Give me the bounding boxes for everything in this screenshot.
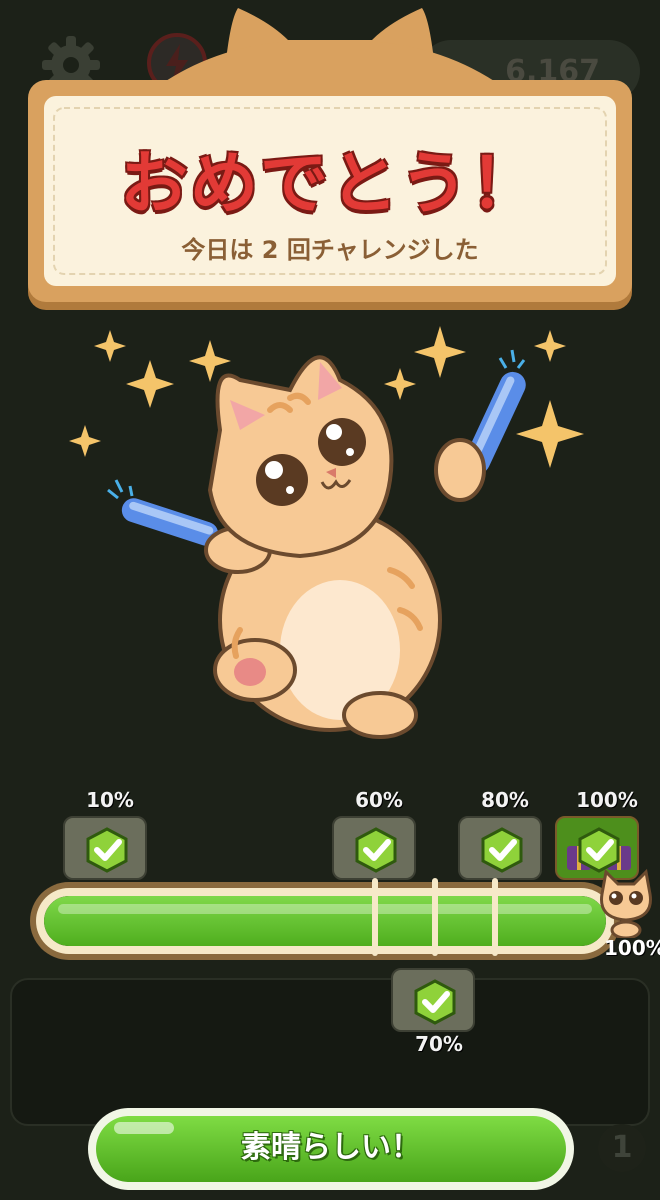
congrats-title: おめでとう！ bbox=[119, 145, 540, 224]
milestone-label-100: 100% bbox=[576, 788, 638, 812]
great-button[interactable]: 素晴らしい！ bbox=[96, 1116, 566, 1182]
milestone-reward-80[interactable] bbox=[458, 816, 542, 880]
milestone-label-60: 60% bbox=[355, 788, 403, 812]
progress-bar bbox=[44, 896, 606, 946]
milestone-label-80: 80% bbox=[481, 788, 529, 812]
milestone-reward-70[interactable] bbox=[391, 968, 475, 1032]
checkmark-icon bbox=[481, 827, 523, 873]
checkmark-icon bbox=[414, 979, 456, 1025]
checkmark-icon bbox=[86, 827, 128, 873]
checkmark-icon bbox=[578, 827, 620, 873]
progress-tick-80 bbox=[492, 878, 498, 956]
notification-badge[interactable]: 1 bbox=[598, 1124, 646, 1172]
cat-avatar-icon bbox=[600, 868, 652, 938]
milestone-reward-60[interactable] bbox=[332, 816, 416, 880]
progress-tick-60 bbox=[372, 878, 378, 956]
milestone-label-70: 70% bbox=[415, 1032, 463, 1056]
progress-bar-fill bbox=[44, 896, 606, 946]
checkmark-icon bbox=[355, 827, 397, 873]
progress-tick-70 bbox=[432, 878, 438, 956]
great-button-label: 素晴らしい！ bbox=[241, 1130, 421, 1165]
milestone-reward-10[interactable] bbox=[63, 816, 147, 880]
milestone-label-10: 10% bbox=[86, 788, 134, 812]
bottom-panel bbox=[10, 978, 650, 1126]
celebrating-cat-illustration bbox=[69, 326, 584, 739]
challenge-count-text: 今日は 2 回チャレンジした bbox=[181, 236, 479, 264]
progress-percent-label: 100% bbox=[604, 936, 660, 960]
